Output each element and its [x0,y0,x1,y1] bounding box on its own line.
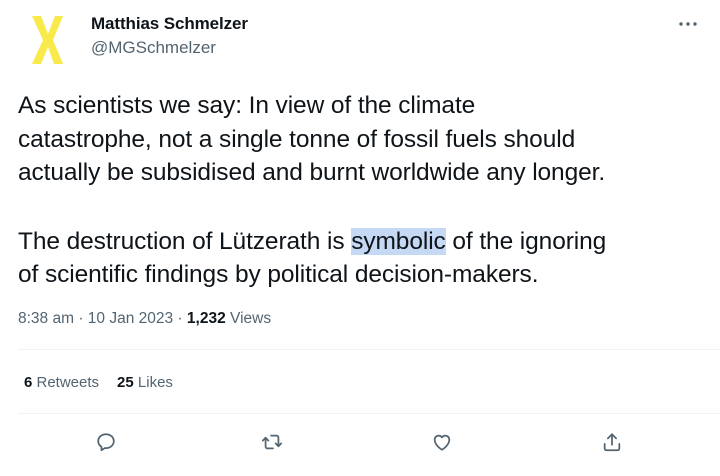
retweet-icon [261,434,283,450]
views-count: 1,232 [186,310,226,327]
tweet-time[interactable]: 8:38 am [18,310,74,327]
share-icon [603,433,621,452]
tweet-text: As scientists we say: In view of the cli… [18,89,708,292]
tweet-meta: 8:38 am · 10 Jan 2023 · 1,232 Views [18,310,271,328]
more-icon [679,22,697,26]
divider [18,413,720,414]
tweet-stats: 6 Retweets 25 Likes [24,374,173,391]
tweet-line: The destruction of Lützerath is symbolic… [18,225,708,259]
tweet-line: of scientific findings by political deci… [18,261,539,288]
tweet-text-segment: of the ignoring [445,227,607,255]
tweet-text-segment: The destruction of Lützerath is [18,227,352,255]
reply-button[interactable] [92,428,120,456]
meta-separator: · [173,310,187,327]
tweet-line: catastrophe, not a single tonne of fossi… [18,125,576,153]
author-name[interactable]: Matthias Schmelzer [91,14,248,34]
tweet-line: As scientists we say: In view of the cli… [18,92,476,119]
retweets-stat[interactable]: 6 Retweets [24,374,99,391]
more-button[interactable] [676,12,700,36]
avatar[interactable] [18,10,74,66]
reply-icon [97,433,115,452]
like-icon [433,434,451,451]
author-handle[interactable]: @MGSchmelzer [91,38,216,58]
avatar-x-mark [32,16,63,64]
likes-label: Likes [133,374,173,391]
likes-stat[interactable]: 25 Likes [117,374,173,391]
tweet: Matthias Schmelzer @MGSchmelzer As scien… [0,0,720,476]
tweet-date[interactable]: 10 Jan 2023 [88,310,173,327]
meta-separator: · [74,310,88,327]
retweets-label: Retweets [32,374,100,391]
divider [18,349,720,350]
tweet-line: actually be subsidised and burnt worldwi… [18,159,606,186]
like-button[interactable] [428,428,456,456]
retweet-button[interactable] [258,428,286,456]
text-selection-highlight: symbolic [351,227,446,255]
share-button[interactable] [598,428,626,456]
views-label: Views [225,310,272,327]
likes-count: 25 [117,374,134,391]
action-bar [0,428,720,456]
